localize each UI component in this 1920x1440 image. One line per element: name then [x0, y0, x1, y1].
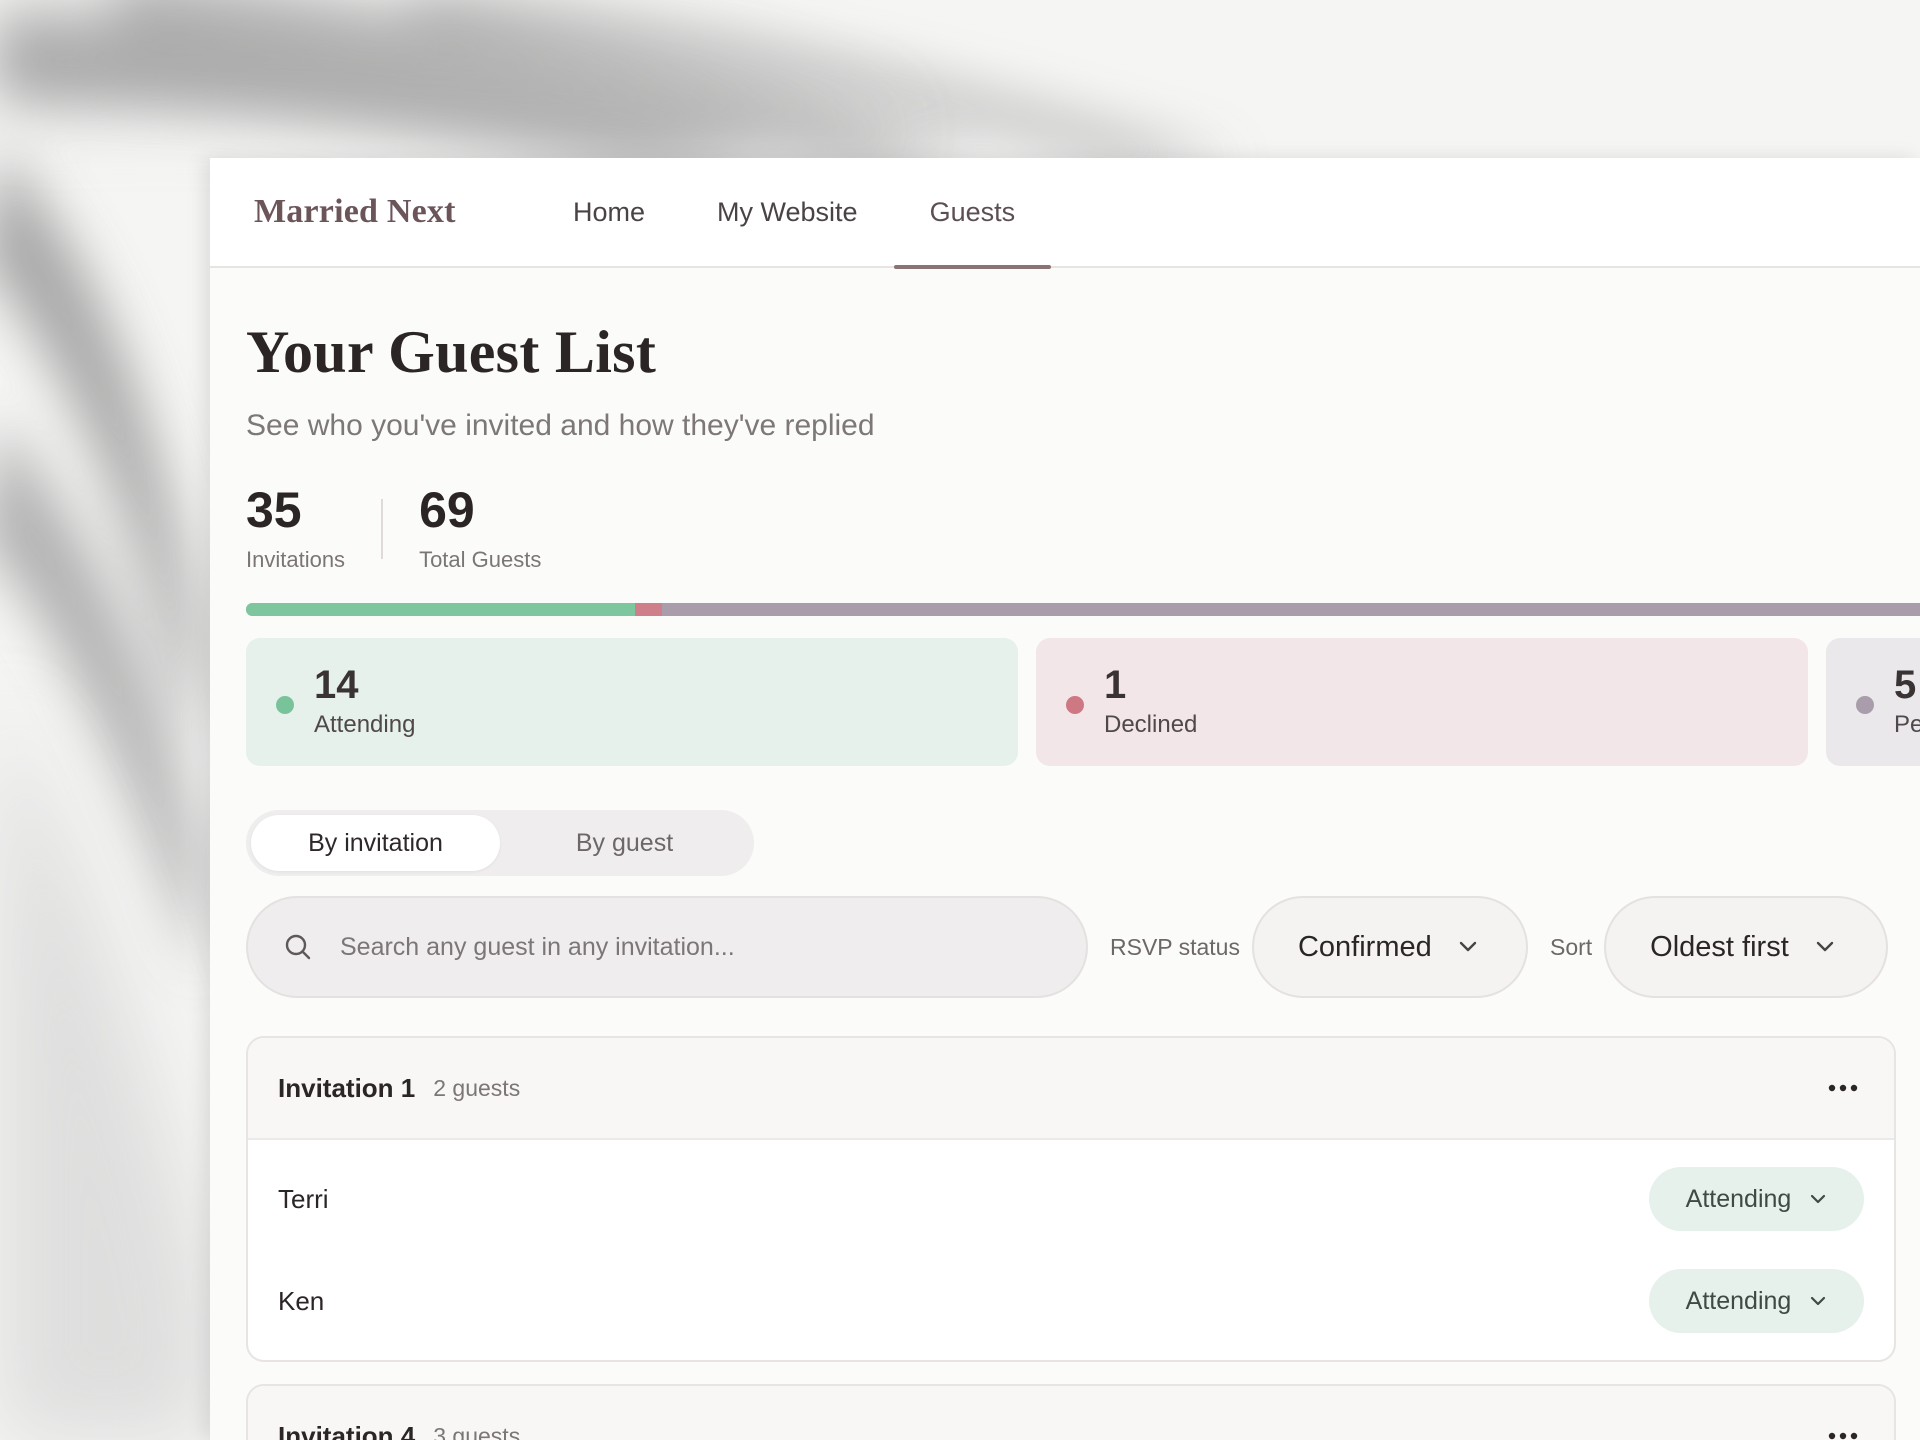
guest-status-select[interactable]: Attending [1649, 1167, 1864, 1231]
invitation-guest-count: 2 guests [433, 1074, 521, 1101]
rsvp-card-pending-label: Pe [1894, 711, 1920, 738]
rsvp-status-value: Confirmed [1297, 930, 1432, 963]
more-options-icon[interactable] [1820, 1076, 1866, 1100]
rsvp-card-pending-text: 5 Pe [1894, 665, 1920, 739]
guest-name: Terri [278, 1183, 329, 1214]
rsvp-card-attending[interactable]: 14 Attending [246, 638, 1018, 766]
rsvp-status-label: RSVP status [1110, 933, 1240, 960]
rsvp-card-declined[interactable]: 1 Declined [1036, 638, 1808, 766]
chevron-down-icon [1458, 941, 1478, 953]
stat-total-guests-label: Total Guests [419, 547, 542, 572]
guest-row: Ken Attending [248, 1250, 1894, 1352]
toggle-by-invitation[interactable]: By invitation [251, 815, 500, 871]
search-box[interactable] [246, 896, 1088, 998]
rsvp-card-declined-text: 1 Declined [1104, 665, 1197, 739]
page-subtitle: See who you've invited and how they've r… [246, 409, 875, 442]
invitation-card: Invitation 4 3 guests [246, 1384, 1896, 1440]
toggle-by-guest[interactable]: By guest [500, 815, 749, 871]
guest-row: Terri Attending [248, 1148, 1894, 1250]
stage: Married Next Home My Website Guests Your… [0, 0, 1920, 1440]
rsvp-card-declined-value: 1 [1104, 663, 1127, 707]
guest-status-value: Attending [1685, 1286, 1792, 1315]
summary-stats: 35 Invitations 69 Total Guests [246, 485, 1920, 573]
chevron-down-icon [1815, 941, 1835, 953]
rsvp-card-attending-label: Attending [314, 711, 416, 738]
top-navigation: Married Next Home My Website Guests [210, 158, 1920, 269]
attending-dot-icon [276, 696, 294, 714]
chevron-down-icon [1809, 1296, 1827, 1307]
filter-row: RSVP status Confirmed Sort Oldest first [246, 896, 1920, 998]
stat-invitations-value: 35 [246, 482, 302, 538]
guest-status-select[interactable]: Attending [1649, 1269, 1864, 1333]
invitation-card: Invitation 1 2 guests Terri Attending Ke… [246, 1036, 1896, 1362]
sort-select[interactable]: Oldest first [1604, 896, 1889, 998]
rsvp-status-select[interactable]: Confirmed [1251, 896, 1528, 998]
pending-dot-icon [1856, 696, 1874, 714]
more-options-icon[interactable] [1820, 1424, 1866, 1440]
sort-value: Oldest first [1650, 930, 1789, 963]
invitation-title: Invitation 1 [278, 1072, 416, 1103]
guest-status-value: Attending [1685, 1184, 1792, 1213]
rsvp-summary-cards: 14 Attending 1 Declined 5 Pe [246, 638, 1920, 766]
sort-label: Sort [1549, 933, 1593, 960]
main-content: Your Guest List See who you've invited a… [210, 318, 1920, 1440]
progress-segment-attending [246, 603, 635, 616]
stat-total-guests-value: 69 [419, 482, 475, 538]
rsvp-card-declined-label: Declined [1104, 711, 1198, 738]
progress-segment-declined [634, 603, 663, 616]
brand-logo[interactable]: Married Next [254, 193, 537, 231]
invitation-header: Invitation 4 3 guests [248, 1386, 1894, 1440]
nav-tab-guests[interactable]: Guests [893, 158, 1052, 269]
stat-invitations: 35 Invitations [246, 485, 345, 573]
rsvp-card-attending-value: 14 [314, 663, 359, 707]
invitation-title: Invitation 4 [278, 1420, 416, 1440]
invitation-header: Invitation 1 2 guests [248, 1038, 1894, 1140]
chevron-down-icon [1809, 1194, 1827, 1205]
page-title: Your Guest List [246, 319, 657, 385]
nav-tabs: Home My Website Guests [537, 158, 1052, 269]
nav-tab-my-website[interactable]: My Website [681, 158, 894, 267]
declined-dot-icon [1066, 696, 1084, 714]
rsvp-card-pending[interactable]: 5 Pe [1826, 638, 1920, 766]
stat-invitations-label: Invitations [246, 547, 346, 572]
search-icon [285, 934, 311, 960]
nav-tab-home[interactable]: Home [537, 158, 681, 267]
invitation-guest-count: 3 guests [433, 1422, 521, 1440]
rsvp-card-attending-text: 14 Attending [314, 665, 415, 739]
progress-segment-pending [662, 603, 1920, 616]
guest-name: Ken [278, 1285, 325, 1316]
rsvp-card-pending-value: 5 [1894, 663, 1917, 707]
invitation-guest-list: Terri Attending Ken Attending [248, 1140, 1894, 1360]
rsvp-progress-bar [246, 603, 1920, 616]
view-toggle: By invitation By guest [246, 810, 754, 876]
stat-total-guests: 69 Total Guests [419, 485, 541, 573]
app-window: Married Next Home My Website Guests Your… [210, 158, 1920, 1440]
search-input[interactable] [340, 932, 1040, 962]
stat-divider [381, 499, 384, 559]
